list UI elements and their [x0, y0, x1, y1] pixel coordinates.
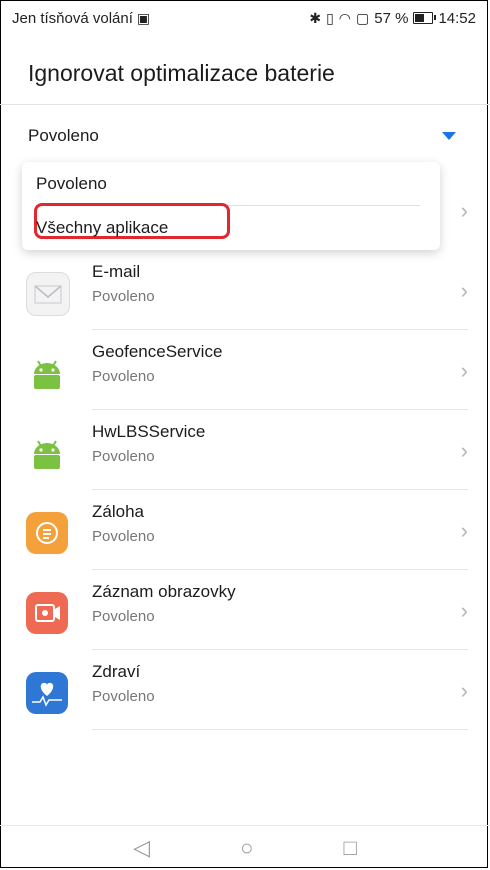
- carrier-text: Jen tísňová volání: [12, 9, 133, 27]
- app-status: Povoleno: [92, 448, 155, 465]
- app-row-hwlbsservice[interactable]: HwLBSService Povoleno ›: [0, 410, 490, 490]
- clock: 14:52: [438, 9, 476, 27]
- app-status: Povoleno: [92, 688, 155, 705]
- app-row-zaznam-obrazovky[interactable]: Záznam obrazovky Povoleno ›: [0, 570, 490, 650]
- message-icon: ▣: [136, 9, 151, 26]
- app-name: Záloha: [92, 502, 144, 521]
- navigation-bar: ◁ ○ □: [0, 825, 490, 870]
- chevron-right-icon: ›: [460, 358, 468, 383]
- app-row-zaloha[interactable]: Záloha Povoleno ›: [0, 490, 490, 570]
- battery-percent: 57 %: [374, 9, 409, 27]
- dropdown-caret-icon[interactable]: [442, 132, 456, 140]
- page-title: Ignorovat optimalizace baterie: [28, 60, 335, 86]
- chevron-right-icon: ›: [460, 678, 468, 703]
- chevron-right-icon: ›: [460, 198, 468, 223]
- mail-icon: [26, 272, 70, 316]
- vibrate-icon: ▯: [326, 9, 334, 26]
- app-row-email[interactable]: E-mail Povoleno ›: [0, 250, 490, 330]
- app-name: Záznam obrazovky: [92, 582, 236, 601]
- back-icon[interactable]: ◁: [133, 835, 150, 861]
- dropdown-option-povoleno[interactable]: Povoleno: [36, 174, 107, 194]
- app-status: Povoleno: [92, 288, 155, 305]
- app-row-geofenceservice[interactable]: GeofenceService Povoleno ›: [0, 330, 490, 410]
- chevron-right-icon: ›: [460, 518, 468, 543]
- android-icon: [26, 432, 68, 474]
- android-icon: [26, 352, 68, 394]
- health-icon: [26, 672, 68, 714]
- app-name: HwLBSService: [92, 422, 206, 441]
- bluetooth-icon: ✱: [309, 9, 322, 26]
- app-name: GeofenceService: [92, 342, 223, 361]
- header-divider: [0, 104, 490, 105]
- wifi-icon: ◠: [338, 9, 352, 26]
- app-status: Povoleno: [92, 608, 155, 625]
- nfc-icon: ▢: [356, 9, 370, 26]
- battery-icon: [413, 12, 437, 24]
- chevron-right-icon: ›: [460, 598, 468, 623]
- filter-dropdown-menu: Povoleno Všechny aplikace: [22, 162, 440, 250]
- dropdown-option-vsechny-aplikace[interactable]: Všechny aplikace: [36, 218, 168, 238]
- filter-selected-label: Povoleno: [28, 126, 99, 145]
- backup-icon: [26, 512, 68, 554]
- app-name: E-mail: [92, 262, 141, 281]
- status-bar: Jen tísňová volání ▣ ✱ ▯ ◠ ▢ 57 % 14:52: [0, 0, 490, 36]
- filter-selector[interactable]: Povoleno: [0, 120, 490, 154]
- recents-icon[interactable]: □: [343, 835, 356, 861]
- screen-record-icon: [26, 592, 68, 634]
- app-name: Zdraví: [92, 662, 141, 681]
- row-divider: [92, 729, 468, 730]
- app-status: Povoleno: [92, 368, 155, 385]
- app-status: Povoleno: [92, 528, 155, 545]
- app-row-zdravi[interactable]: Zdraví Povoleno ›: [0, 650, 490, 730]
- chevron-right-icon: ›: [460, 438, 468, 463]
- home-icon[interactable]: ○: [240, 835, 253, 861]
- chevron-right-icon: ›: [460, 278, 468, 303]
